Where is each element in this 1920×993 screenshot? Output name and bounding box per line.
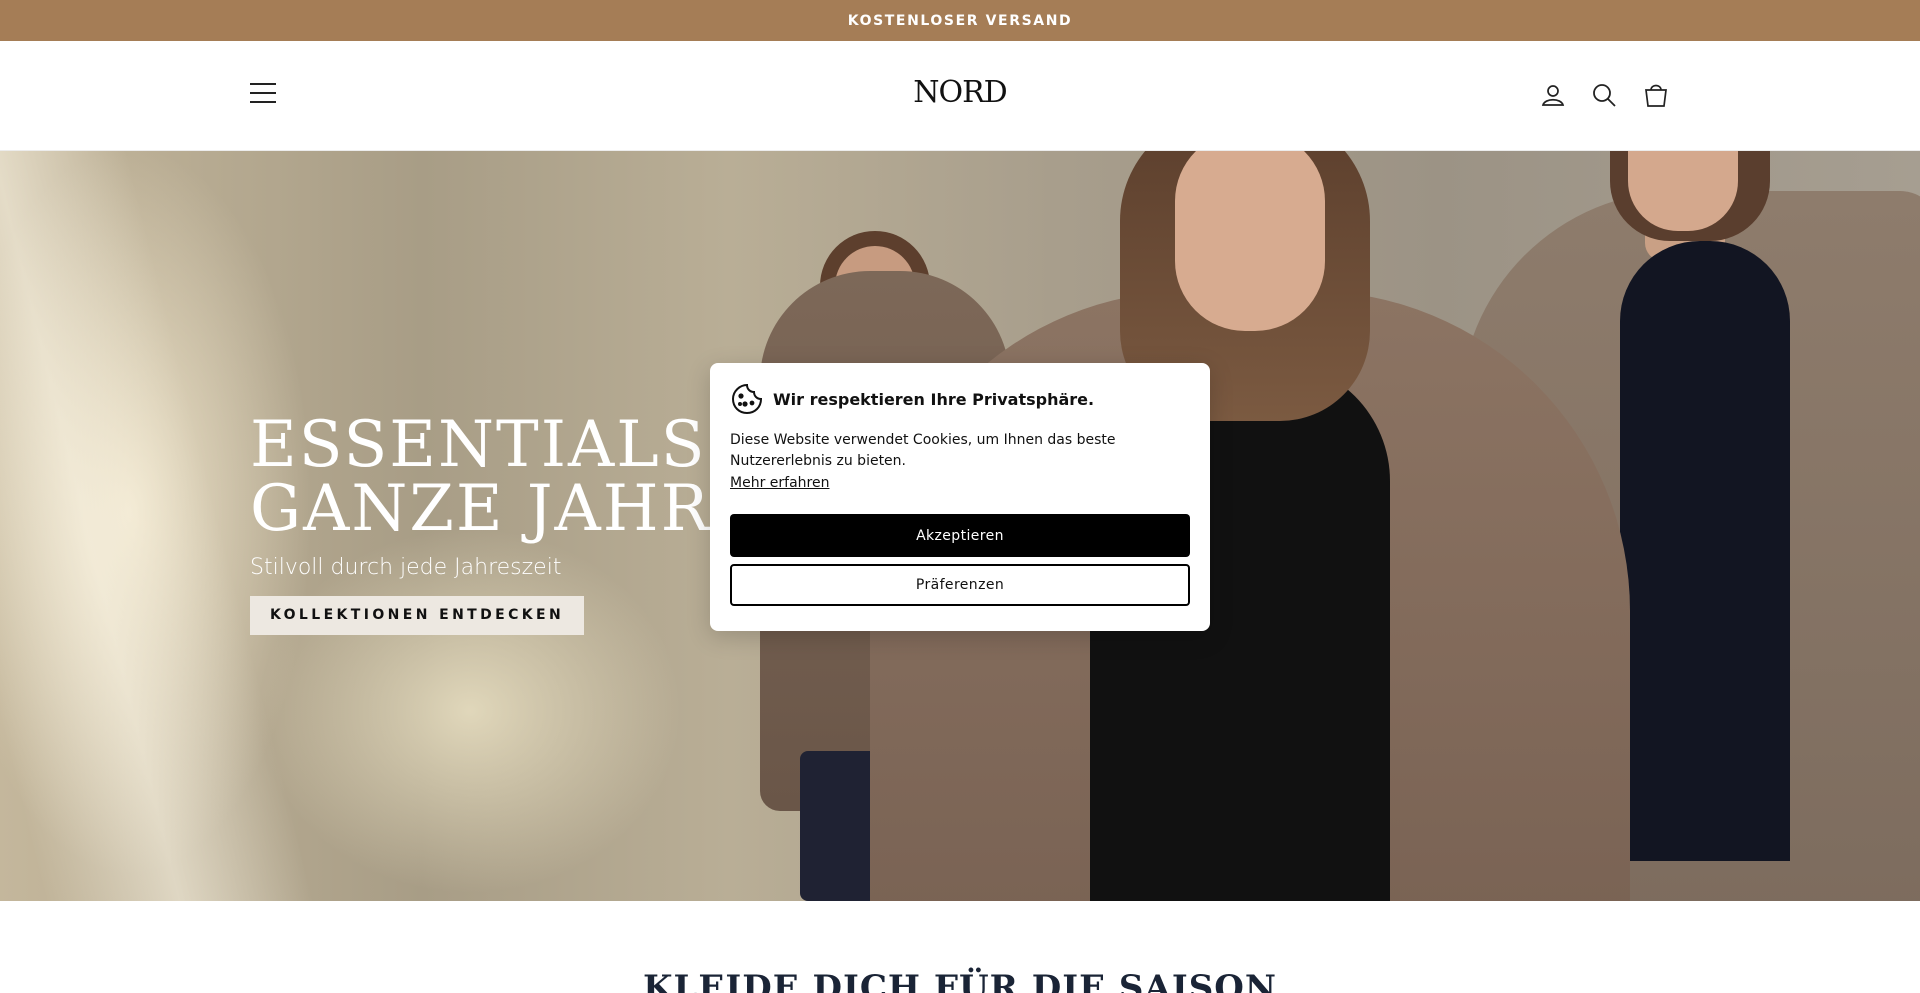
search-icon (1593, 84, 1616, 107)
accept-cookies-button[interactable]: Akzeptieren (730, 514, 1190, 557)
announcement-bar: KOSTENLOSER VERSAND (0, 0, 1920, 41)
cookie-icon (731, 383, 763, 415)
search-button[interactable] (1590, 81, 1618, 109)
cookie-consent-dialog: Wir respektieren Ihre Privatsphäre. Dies… (710, 363, 1210, 631)
menu-button[interactable] (250, 83, 276, 105)
site-header: NORD (0, 41, 1920, 151)
section-heading: KLEIDE DICH FÜR DIE SAISON (642, 968, 1278, 993)
shopping-bag-icon (1645, 84, 1667, 107)
menu-icon (250, 83, 276, 85)
cart-button[interactable] (1642, 81, 1670, 109)
hero-model-center-face (1175, 151, 1325, 331)
site-logo[interactable]: NORD (860, 75, 1060, 110)
user-icon (1541, 85, 1565, 106)
hero-model-right-shirt (1620, 241, 1790, 861)
account-button[interactable] (1539, 81, 1567, 109)
explore-collections-button[interactable]: KOLLEKTIONEN ENTDECKEN (250, 596, 585, 635)
menu-icon-line-3 (250, 101, 276, 103)
cookie-dialog-title: Wir respektieren Ihre Privatsphäre. (773, 389, 1095, 409)
cookie-dialog-header: Wir respektieren Ihre Privatsphäre. (730, 382, 1190, 416)
menu-icon-line-2 (250, 92, 276, 94)
cookie-dialog-text: Diese Website verwendet Cookies, um Ihne… (730, 432, 1116, 469)
cookie-preferences-button[interactable]: Präferenzen (730, 564, 1190, 606)
announcement-text: KOSTENLOSER VERSAND (847, 12, 1073, 29)
learn-more-link[interactable]: Mehr erfahren (730, 473, 829, 494)
